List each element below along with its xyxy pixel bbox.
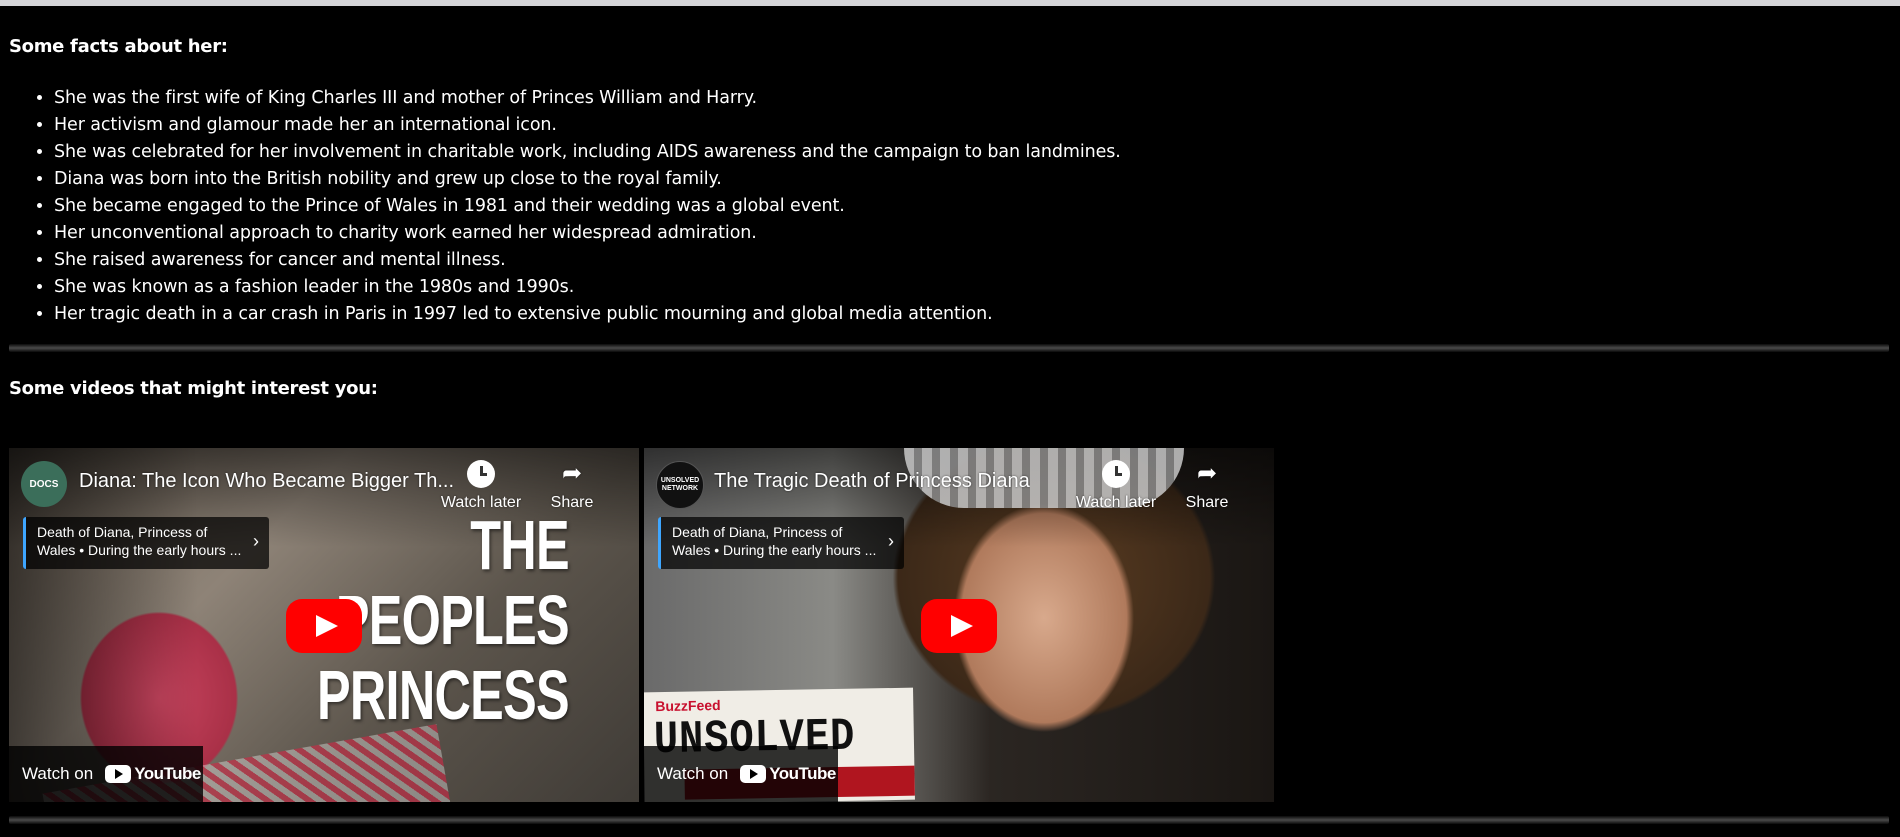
play-button[interactable] — [286, 599, 362, 653]
watch-on-label: Watch on — [22, 764, 94, 783]
channel-avatar[interactable]: DOCS — [21, 461, 67, 507]
list-item: Her tragic death in a car crash in Paris… — [54, 301, 1121, 328]
video-embed-tragic-death[interactable]: BuzzFeed UNSOLVED UNSOLVED NETWORK The T… — [644, 448, 1274, 802]
watch-on-youtube-link[interactable]: Watch on YouTube — [644, 746, 838, 802]
list-item: Diana was born into the British nobility… — [54, 166, 1121, 193]
chapter-text-line2: Wales • During the early hours ... — [672, 542, 877, 558]
share-button[interactable]: ➦ Share — [527, 460, 617, 512]
videos-heading: Some videos that might interest you: — [9, 378, 378, 399]
youtube-logo: YouTube — [740, 764, 836, 784]
share-arrow-icon: ➦ — [1196, 460, 1218, 487]
list-item: She was celebrated for her involvement i… — [54, 139, 1121, 166]
channel-avatar[interactable]: UNSOLVED NETWORK — [656, 461, 704, 509]
list-item: Her activism and glamour made her an int… — [54, 112, 1121, 139]
watch-later-label: Watch later — [1075, 494, 1157, 511]
youtube-play-icon — [740, 765, 767, 783]
watch-later-button[interactable]: Watch later — [436, 460, 526, 512]
section-divider — [9, 344, 1889, 352]
list-item: She was the first wife of King Charles I… — [54, 85, 1121, 112]
youtube-wordmark: YouTube — [134, 764, 201, 783]
chevron-right-icon: › — [253, 531, 259, 551]
share-label: Share — [550, 494, 594, 511]
watch-on-youtube-link[interactable]: Watch on YouTube — [9, 746, 203, 802]
clock-icon — [1102, 460, 1130, 488]
chapter-card[interactable]: Death of Diana, Princess of Wales • Duri… — [23, 517, 269, 569]
chapter-card[interactable]: Death of Diana, Princess of Wales • Duri… — [658, 517, 904, 569]
watch-later-button[interactable]: Watch later — [1071, 460, 1161, 512]
youtube-play-icon — [105, 765, 132, 783]
list-item: She became engaged to the Prince of Wale… — [54, 193, 1121, 220]
video-title-link[interactable]: The Tragic Death of Princess Diana — [714, 470, 1030, 493]
facts-list: She was the first wife of King Charles I… — [9, 85, 1121, 328]
top-scroll-edge — [0, 0, 1900, 6]
chapter-text-line1: Death of Diana, Princess of — [37, 524, 208, 540]
thumbnail-brand-text: BuzzFeed — [655, 697, 721, 715]
watch-on-label: Watch on — [657, 764, 729, 783]
chapter-text-line2: Wales • During the early hours ... — [37, 542, 242, 558]
share-arrow-icon: ➦ — [561, 460, 583, 487]
chapter-text-line1: Death of Diana, Princess of — [672, 524, 843, 540]
thumbnail-text-line: THE — [470, 506, 569, 584]
share-label: Share — [1185, 494, 1229, 511]
clock-icon — [467, 460, 495, 488]
list-item: She was known as a fashion leader in the… — [54, 274, 1121, 301]
video-embed-diana-icon[interactable]: THE PEOPLES PRINCESS DOCS Diana: The Ico… — [9, 448, 639, 802]
section-divider — [9, 816, 1889, 824]
thumbnail-text-line: PRINCESS — [317, 656, 570, 734]
list-item: She raised awareness for cancer and ment… — [54, 247, 1121, 274]
video-title-link[interactable]: Diana: The Icon Who Became Bigger Th... — [79, 470, 454, 493]
share-button[interactable]: ➦ Share — [1162, 460, 1252, 512]
facts-heading: Some facts about her: — [9, 36, 228, 57]
chevron-right-icon: › — [888, 531, 894, 551]
play-button[interactable] — [921, 599, 997, 653]
watch-later-label: Watch later — [440, 494, 522, 511]
youtube-wordmark: YouTube — [769, 764, 836, 783]
list-item: Her unconventional approach to charity w… — [54, 220, 1121, 247]
youtube-logo: YouTube — [105, 764, 201, 784]
